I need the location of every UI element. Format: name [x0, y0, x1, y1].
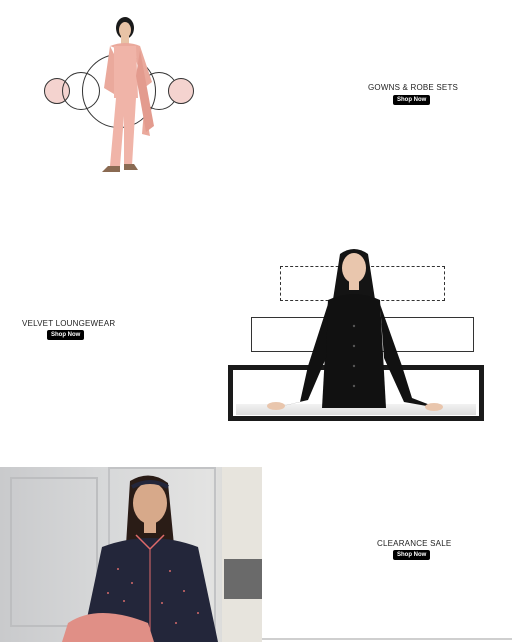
bottom-divider [262, 638, 512, 640]
banner-gowns: GOWNS & ROBE SETS Shop Now [0, 0, 512, 200]
shop-now-button-gowns[interactable]: Shop Now [393, 95, 431, 105]
clearance-photo[interactable] [0, 467, 262, 642]
circle-right-small [168, 78, 194, 104]
side-room [222, 467, 262, 642]
section-label-gowns: GOWNS & ROBE SETS [368, 83, 459, 92]
side-shelf [224, 559, 262, 599]
section-label-clearance: CLEARANCE SALE [377, 539, 452, 548]
banner-velvet: VELVET LOUNGEWEAR Shop Now [0, 220, 512, 440]
model-pink-pajamas-image[interactable] [80, 16, 170, 180]
shop-now-button-velvet[interactable]: Shop Now [47, 330, 85, 340]
shop-now-button-clearance[interactable]: Shop Now [393, 550, 431, 560]
section-label-velvet: VELVET LOUNGEWEAR [22, 319, 116, 328]
model-navy-pajamas-image [62, 475, 218, 642]
model-black-velvet-image[interactable] [262, 246, 452, 416]
